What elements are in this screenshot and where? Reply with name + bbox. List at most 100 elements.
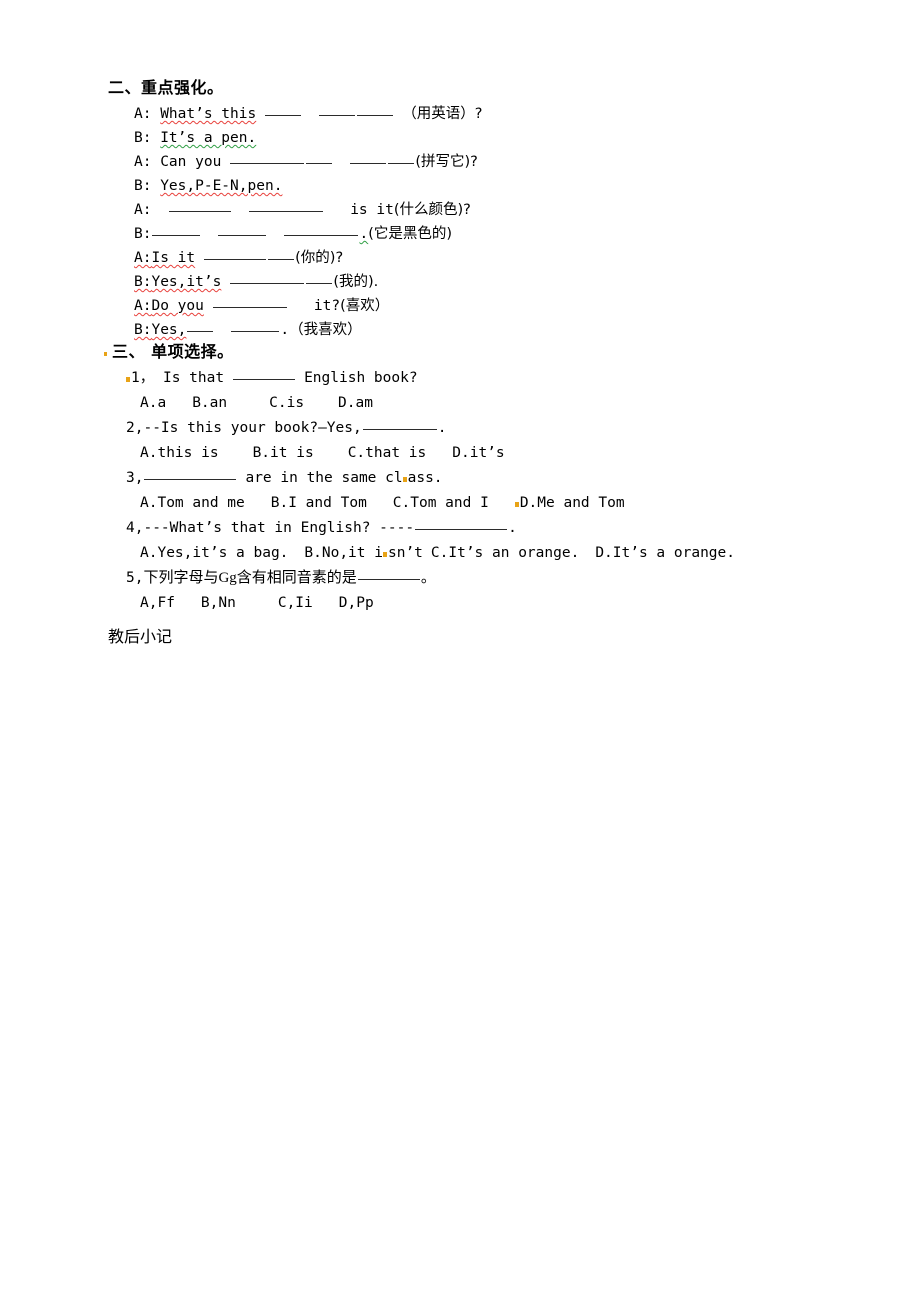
option[interactable]: C.is [269,391,304,416]
question-text: --Is this your book?—Yes, [143,420,362,436]
fill-blank[interactable] [218,224,267,236]
dialogue-hint: (喜欢） [340,298,390,314]
period-mark: . [359,226,369,242]
section-heading-two: 二、重点强化。 [108,78,224,97]
option[interactable]: C.It’s an orange. [431,541,579,566]
dialogue-line: B: Yes,P-E-N,pen. [134,174,820,198]
fill-blank[interactable] [230,272,305,284]
dialogue-text: What’s this [160,106,256,122]
question-text: Is that [162,370,225,386]
option[interactable]: A,Ff [140,591,175,616]
dialogue-hint: (它是黑色的) [368,226,453,242]
fill-blank[interactable] [265,104,302,116]
dialogue-hint: (什么颜色)? [393,202,471,218]
comment-anchor-icon [382,552,387,557]
option[interactable]: D.it’s [452,441,504,466]
question-number: 2, [126,420,144,436]
dialogue-line: B:Yes, .（我喜欢） [134,318,820,342]
dialogue-hint: (你的)? [295,250,344,266]
question-options: A.this is B.it is C.that is D.it’s [108,441,820,466]
question-text: . [437,420,447,436]
fill-blank[interactable] [319,104,356,116]
question-text: English book? [304,370,418,386]
option[interactable]: C,Ii [278,591,313,616]
dialogue-line: B: .(它是黑色的) [134,222,820,246]
question-text: 。 [420,570,436,586]
dialogue-text: it? [313,298,341,314]
option[interactable]: C.that is [348,441,427,466]
option[interactable]: D.am [338,391,373,416]
option[interactable]: B.I and Tom [271,491,367,516]
period-mark: . [280,322,290,338]
dialogue-line: A: What’s this （用英语）? [134,102,820,126]
dialogue-text: Yes,P-E-N,pen. [160,178,283,194]
fill-blank[interactable] [144,468,237,480]
fill-blank[interactable] [231,320,280,332]
option[interactable]: A.Yes,it’s a bag. [140,541,288,566]
dialogue-line: B: It’s a pen. [134,126,820,150]
fill-blank[interactable] [233,368,296,380]
fill-blank[interactable] [230,152,305,164]
fill-blank[interactable] [388,152,415,164]
question-text: . [508,520,517,536]
question-number: 5, [126,570,144,586]
option[interactable]: D,Pp [339,591,374,616]
dialogue-speaker: B: [134,130,152,146]
fill-blank[interactable] [169,200,232,212]
dialogue-speaker-text: A:Do you [134,298,204,314]
question-options: A.Yes,it’s a bag. B.No,it i sn’t C.It’s an … [108,541,820,566]
fill-blank[interactable] [152,224,201,236]
dialogue-hint: (拼写它)? [415,154,478,170]
question-stem: 4,---What’s that in English? ----. [108,516,820,541]
teaching-note-label: 教后小记 [108,629,173,646]
option[interactable]: B,Nn [201,591,236,616]
question-stem: 1， Is that English book? [108,366,820,391]
question-text: are in the same cl ass. [245,470,443,486]
dialogue-line: A:Do you it?(喜欢） [134,294,820,318]
question-number: 1， [131,370,155,386]
dialogue-speaker: A: [134,106,152,122]
comment-anchor-icon [104,352,107,356]
dialogue-speaker: A: [134,202,152,218]
option[interactable]: D.It’s a orange. [595,541,735,566]
option[interactable]: A.a [140,391,166,416]
option[interactable]: D.Me and Tom [520,491,625,516]
fill-blank[interactable] [415,518,508,530]
document-page: 二、重点强化。 A: What’s this （用英语）? B: It’s a p… [0,0,920,1302]
fill-blank[interactable] [357,104,394,116]
fill-blank[interactable] [204,248,267,260]
fill-blank[interactable] [212,296,287,308]
question-text: 下列字母与Gg含有相同音素的是 [143,570,357,586]
question-number: 4, [126,520,144,536]
comment-anchor-icon [514,502,519,507]
dialogue-speaker-text: A:Is it [134,250,196,266]
section-heading-three: 三、 单项选择。 [112,342,234,361]
dialogue-speaker: B: [134,178,152,194]
fill-blank[interactable] [306,152,333,164]
fill-blank[interactable] [284,224,359,236]
question-stem: 5,下列字母与Gg含有相同音素的是 。 [108,566,820,591]
dialogue-speaker: B: [134,226,152,242]
dialogue-line: A: is it(什么颜色)? [134,198,820,222]
question-options: A,Ff B,Nn C,Ii D,Pp [108,591,820,616]
option[interactable]: A.Tom and me [140,491,245,516]
fill-blank[interactable] [362,418,437,430]
dialogue-text: Can you [160,154,222,170]
fill-blank[interactable] [350,152,387,164]
option[interactable]: B.it is [253,441,314,466]
comment-anchor-icon [126,377,130,382]
dialogue-hint: (我的). [333,274,379,290]
dialogue-speaker-text: B:Yes,it’s [134,274,222,290]
fill-blank[interactable] [268,248,295,260]
dialogue-block: A: What’s this （用英语）? B: It’s a pen. A: C… [108,102,820,342]
fill-blank[interactable] [357,568,420,580]
option[interactable]: B.an [192,391,227,416]
dialogue-text: It’s a pen. [160,130,257,146]
fill-blank[interactable] [187,320,214,332]
option[interactable]: A.this is [140,441,219,466]
option[interactable]: C.Tom and I [393,491,489,516]
fill-blank[interactable] [306,272,333,284]
dialogue-line: B:Yes,it’s (我的). [134,270,820,294]
option[interactable]: B.No,it i sn’t [304,541,423,566]
fill-blank[interactable] [249,200,324,212]
